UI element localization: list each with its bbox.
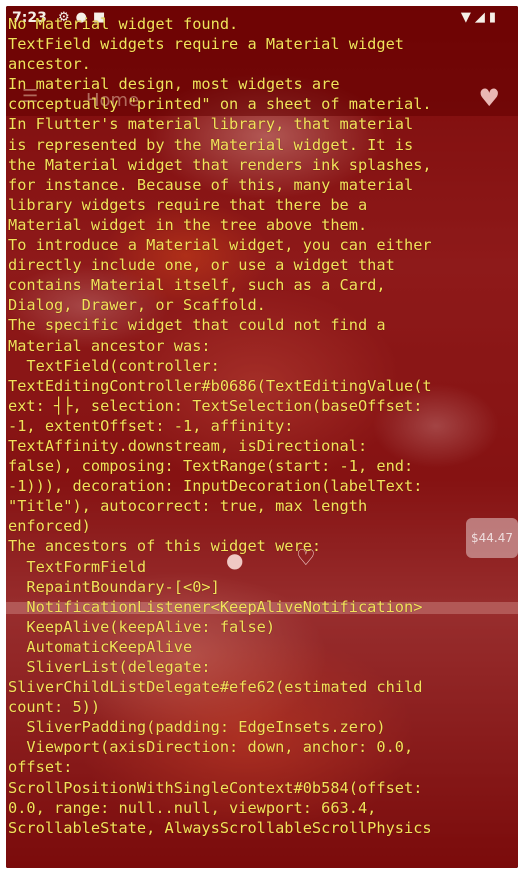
error-line: SliverPadding(padding: EdgeInsets.zero) <box>8 718 386 737</box>
error-line: Viewport(axisDirection: down, anchor: 0.… <box>8 738 414 757</box>
error-line: SliverList(delegate: <box>8 658 211 676</box>
error-line: TextEditingController#b0686(TextEditingV… <box>8 376 432 395</box>
error-line: is represented by the Material widget. I… <box>8 135 414 154</box>
error-line: To introduce a Material widget, you can … <box>8 236 432 255</box>
error-line: TextField(controller: <box>8 356 220 375</box>
flutter-error-message: No Material widget found. TextField widg… <box>8 14 514 838</box>
error-line: Material widget in the tree above them. <box>8 215 368 234</box>
error-line: ScrollPositionWithSingleContext#0b584(of… <box>8 778 423 797</box>
error-line: TextFormField <box>8 557 147 576</box>
error-line: Material ancestor was: <box>8 336 211 355</box>
error-line: SliverChildListDelegate#efe62(estimated … <box>8 678 423 697</box>
error-line: "Title"), autocorrect: true, max length <box>8 497 368 516</box>
error-line: library widgets require that there be a <box>8 195 368 214</box>
error-line: The specific widget that could not find … <box>8 316 386 335</box>
error-line: In material design, most widgets are <box>8 75 340 94</box>
error-line: enforced) <box>8 517 91 536</box>
error-line: ext: ┤├, selection: TextSelection(baseOf… <box>8 396 423 415</box>
error-line: AutomaticKeepAlive <box>8 637 193 656</box>
error-line: ancestor. <box>8 55 91 74</box>
error-line: ScrollableState, AlwaysScrollableScrollP… <box>8 818 432 837</box>
error-line: KeepAlive(keepAlive: false) <box>8 617 276 636</box>
error-line: for instance. Because of this, many mate… <box>8 175 414 194</box>
error-line: In Flutter's material library, that mate… <box>8 115 414 134</box>
error-line: contains Material itself, such as a Card… <box>8 276 386 295</box>
error-line: The ancestors of this widget were: <box>8 537 322 556</box>
error-line: -1))), decoration: InputDecoration(label… <box>8 477 423 496</box>
error-line: TextField widgets require a Material wid… <box>8 35 405 54</box>
error-line: 0.0, range: null..null, viewport: 663.4, <box>8 798 377 817</box>
error-line: No Material widget found. <box>8 15 239 33</box>
error-line: directly include one, or use a widget th… <box>8 256 395 275</box>
error-line: -1, extentOffset: -1, affinity: <box>8 416 294 435</box>
error-line: conceptually "printed" on a sheet of mat… <box>8 95 432 114</box>
error-line: false), composing: TextRange(start: -1, … <box>8 457 414 476</box>
error-line: the Material widget that renders ink spl… <box>8 155 432 174</box>
error-line: count: 5)) <box>8 698 101 717</box>
error-line: Dialog, Drawer, or Scaffold. <box>8 296 266 315</box>
error-line: offset: <box>8 758 73 777</box>
error-line: RepaintBoundary-[<0>] <box>8 577 220 596</box>
phone-screen: ☰ Home ♥ $44.47 ● ♡ 7:23 ⚙●■ ▼◢▮ No Mate… <box>6 6 518 868</box>
error-line: NotificationListener<KeepAliveNotificati… <box>8 597 423 616</box>
error-line: TextAffinity.downstream, isDirectional: <box>8 436 368 455</box>
